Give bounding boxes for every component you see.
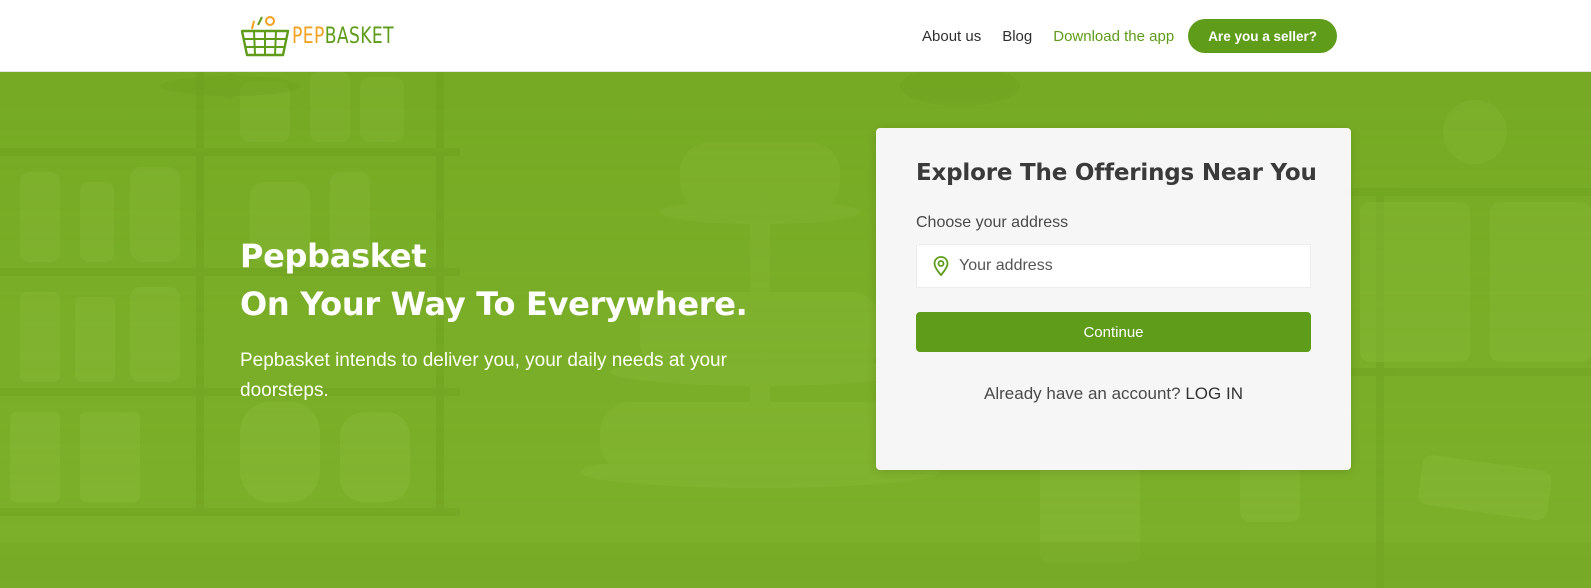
nav-download-app-link[interactable]: Download the app [1053, 28, 1174, 45]
continue-button[interactable]: Continue [916, 312, 1311, 352]
address-field[interactable] [916, 244, 1311, 288]
map-pin-icon [931, 256, 951, 276]
address-input[interactable] [959, 257, 1289, 275]
logo-text: PEPBASKET [292, 24, 395, 49]
login-link[interactable]: LOG IN [1185, 384, 1243, 403]
address-label: Choose your address [916, 214, 1069, 231]
logo[interactable]: PEPBASKET [240, 14, 423, 60]
nav-about-link[interactable]: About us [922, 28, 981, 45]
basket-icon [240, 15, 290, 59]
site-header: PEPBASKET About us Blog Download the app… [0, 0, 1591, 72]
address-card: Explore The Offerings Near You Choose yo… [876, 128, 1351, 470]
login-prompt: Already have an account? LOG IN [876, 384, 1351, 404]
account-prompt-text: Already have an account? [984, 384, 1181, 403]
hero-title: Pepbasket On Your Way To Everywhere. [240, 232, 800, 328]
hero-title-line2: On Your Way To Everywhere. [240, 285, 748, 323]
hero-section: Pepbasket On Your Way To Everywhere. Pep… [0, 72, 1591, 588]
nav-blog-link[interactable]: Blog [1002, 28, 1032, 45]
seller-button[interactable]: Are you a seller? [1188, 19, 1337, 53]
main-nav: About us Blog Download the app Are you a… [901, 0, 1337, 72]
hero-text: Pepbasket On Your Way To Everywhere. Pep… [240, 232, 800, 406]
hero-description: Pepbasket intends to deliver you, your d… [240, 350, 727, 401]
hero-title-line1: Pepbasket [240, 237, 427, 275]
card-title: Explore The Offerings Near You [916, 160, 1317, 186]
